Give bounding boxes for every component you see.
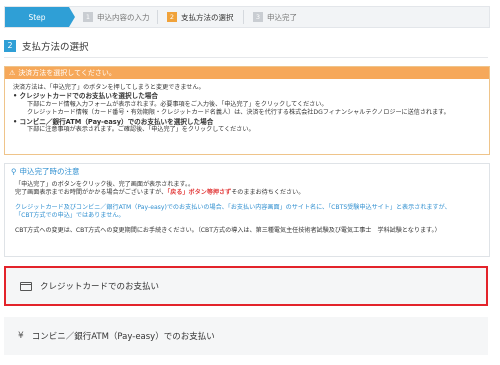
conv-case-title-text: コンビニ／銀行ATM（Pay-easy）でのお支払いを選択した場合 [19, 117, 214, 126]
notes-header: ⚲ 申込完了時の注意 [5, 164, 489, 178]
yen-icon: ¥ [18, 331, 24, 341]
notes-line: 完了画面表示までお時間がかかる場合がございますが、「戻る」ボタン等押さずそのまま… [15, 189, 479, 197]
card-case-title: • クレジットカードでのお支払いを選択した場合 [13, 92, 158, 101]
notes-text: そのままお待ちください。 [231, 189, 305, 197]
card-case-line: クレジットカード情報（カード番号・有効期限・クレジットカード名義人）は、決済を代… [27, 109, 450, 117]
notes-text: 完了画面表示までお時間がかかる場合がございますが、 [15, 189, 168, 197]
warning-header-text: 決済方法を選択してください。 [18, 69, 116, 77]
step-3-number: 3 [253, 12, 263, 22]
section-title: 支払方法の選択 [22, 42, 89, 53]
completion-notes-box: ⚲ 申込完了時の注意 「申込完了」のボタンをクリック後、完了画面が表示されます。… [4, 163, 490, 257]
step-header: Step [5, 7, 75, 27]
step-3: 3 申込完了 [243, 7, 297, 27]
notes-line: 「CBT方式での申込」ではありません。 [15, 212, 125, 220]
notes-line: CBT方式への変更は、CBT方式への変更期間にお手続きください。（CBT方式の導… [15, 226, 441, 234]
notes-line: クレジットカード及びコンビニ／銀行ATM（Pay-easy)でのお支払いの場合、… [15, 203, 451, 211]
step-2: 2 支払方法の選択 [157, 7, 244, 27]
step-arrow [69, 7, 75, 27]
step-2-label: 支払方法の選択 [181, 12, 234, 22]
notes-warning-text: 「戻る」ボタン等押さず [167, 189, 232, 197]
step-3-label: 申込完了 [267, 12, 297, 22]
divider [4, 57, 488, 58]
step-1-label: 申込内容の入力 [97, 12, 150, 22]
convenience-payment-label: コンビニ／銀行ATM（Pay-easy）でのお支払い [31, 332, 215, 342]
location-pin-icon: ⚲ [11, 166, 17, 176]
step-2-number: 2 [167, 12, 177, 22]
step-1: 1 申込内容の入力 [69, 7, 158, 27]
notes-body: 「申込完了」のボタンをクリック後、完了画面が表示されます。。 完了画面表示までお… [5, 178, 489, 238]
credit-card-payment-label: クレジットカードでのお支払い [40, 282, 160, 292]
convenience-store-payment-option[interactable]: ¥ コンビニ／銀行ATM（Pay-easy）でのお支払い [4, 317, 488, 355]
credit-card-payment-option[interactable]: クレジットカードでのお支払い [4, 266, 488, 306]
warning-header: ⚠ 決済方法を選択してください。 [5, 67, 489, 79]
card-case-line: 下部にカード情報入力フォームが表示されます。必要事項をご入力後、「申込完了」をク… [27, 100, 328, 108]
credit-card-icon [20, 281, 32, 291]
section-number: 2 [4, 40, 16, 52]
warning-body: 決済方法は、「申込完了」のボタンを押してしまうと変更できません。 • クレジット… [5, 79, 489, 139]
payment-warning-box: ⚠ 決済方法を選択してください。 決済方法は、「申込完了」のボタンを押してしまう… [4, 66, 490, 155]
notes-header-text: 申込完了時の注意 [19, 166, 80, 176]
section-heading: 2 支払方法の選択 [4, 39, 488, 53]
conv-case-line: 下部に注意事項が表示されます。ご確認後、「申込完了」をクリックしてください。 [27, 126, 255, 134]
warning-icon: ⚠ [9, 69, 16, 77]
step-1-number: 1 [83, 12, 93, 22]
progress-stepper: Step 1 申込内容の入力 2 支払方法の選択 3 申込完了 [4, 6, 490, 28]
step-header-label: Step [28, 12, 46, 22]
card-case-title-text: クレジットカードでのお支払いを選択した場合 [19, 92, 158, 101]
conv-case-title: • コンビニ／銀行ATM（Pay-easy）でのお支払いを選択した場合 [13, 117, 214, 126]
